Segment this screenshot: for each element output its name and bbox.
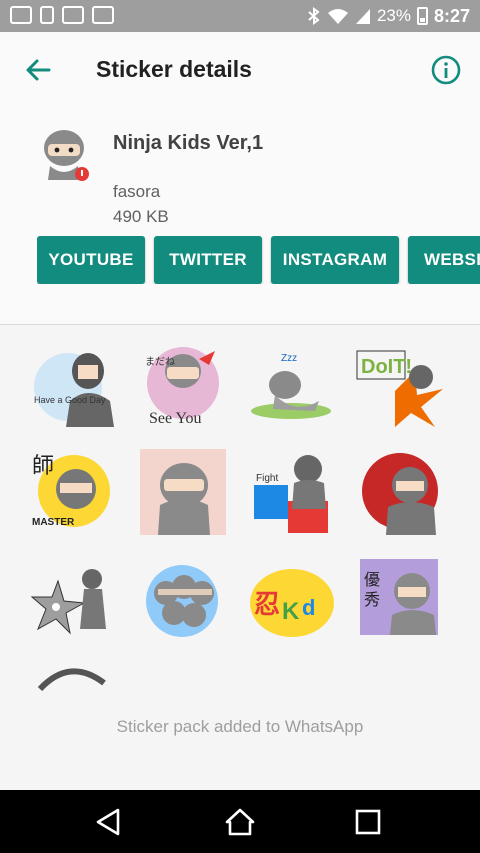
status-bar: 23% 8:27 (0, 0, 480, 32)
recents-nav-icon[interactable] (352, 806, 384, 838)
link-buttons: YOUTUBE TWITTER INSTAGRAM WEBSITE (37, 236, 480, 284)
gmail-notification-icon (62, 6, 84, 24)
pack-tray-icon (44, 130, 89, 181)
sticker-4[interactable]: DoIT! (355, 341, 445, 429)
home-nav-icon[interactable] (224, 806, 256, 838)
status-right: 23% 8:27 (307, 0, 470, 32)
svg-text:Zzz: Zzz (281, 353, 297, 364)
svg-text:d: d (302, 595, 315, 620)
notification-icons (10, 6, 114, 24)
back-nav-icon[interactable] (92, 806, 124, 838)
page-title: Sticker details (96, 56, 252, 82)
sticker-3[interactable]: Zzz (245, 341, 335, 429)
svg-text:K: K (282, 598, 300, 625)
svg-text:まだね: まだね (145, 356, 175, 368)
pack-name: Ninja Kids Ver,1 (113, 132, 264, 154)
alert-notification-icon (40, 6, 54, 24)
chat-notification-icon (10, 6, 32, 24)
battery-percent: 23% (376, 6, 411, 25)
sticker-1-text: Have a Good Day (34, 395, 106, 405)
svg-text:秀: 秀 (364, 591, 380, 609)
sticker-13[interactable] (30, 661, 120, 691)
website-button[interactable]: WEBSITE (408, 236, 480, 284)
back-arrow-icon[interactable] (22, 54, 54, 86)
nav-bar (0, 790, 480, 853)
pack-author: fasora (113, 182, 161, 201)
svg-text:忍: 忍 (254, 590, 280, 619)
sticker-7-text: Fight (256, 473, 278, 484)
sticker-4-text: DoIT! (361, 356, 412, 378)
email-notification-icon (92, 6, 114, 24)
pack-size: 490 KB (113, 207, 169, 226)
sticker-5[interactable]: 師 MASTER (30, 449, 120, 537)
battery-icon (416, 7, 428, 25)
sticker-7[interactable]: Fight (248, 449, 338, 537)
instagram-button[interactable]: INSTAGRAM (271, 236, 399, 284)
pack-added-status: Sticker pack added to WhatsApp (116, 717, 364, 736)
sticker-2[interactable]: まだね See You (135, 341, 225, 429)
twitter-button[interactable]: TWITTER (154, 236, 262, 284)
sticker-12[interactable]: 優 秀 (358, 559, 448, 647)
bluetooth-icon (308, 7, 320, 25)
wifi-icon (327, 9, 348, 24)
youtube-button[interactable]: YOUTUBE (37, 236, 145, 284)
sticker-6[interactable] (138, 449, 228, 537)
sticker-8[interactable] (358, 449, 448, 537)
sticker-1[interactable]: Have a Good Day (30, 341, 120, 429)
app-bar: Sticker details (0, 32, 480, 108)
info-icon[interactable] (430, 54, 462, 86)
svg-text:師: 師 (32, 453, 54, 478)
sticker-11[interactable]: 忍 K d (248, 559, 338, 647)
sticker-5-text: MASTER (32, 517, 75, 528)
svg-text:優: 優 (364, 571, 380, 589)
clock: 8:27 (433, 5, 470, 26)
signal-icon (355, 9, 370, 24)
sticker-10[interactable] (138, 559, 228, 647)
sticker-9[interactable] (30, 559, 120, 647)
sticker-2-text: See You (149, 410, 201, 427)
